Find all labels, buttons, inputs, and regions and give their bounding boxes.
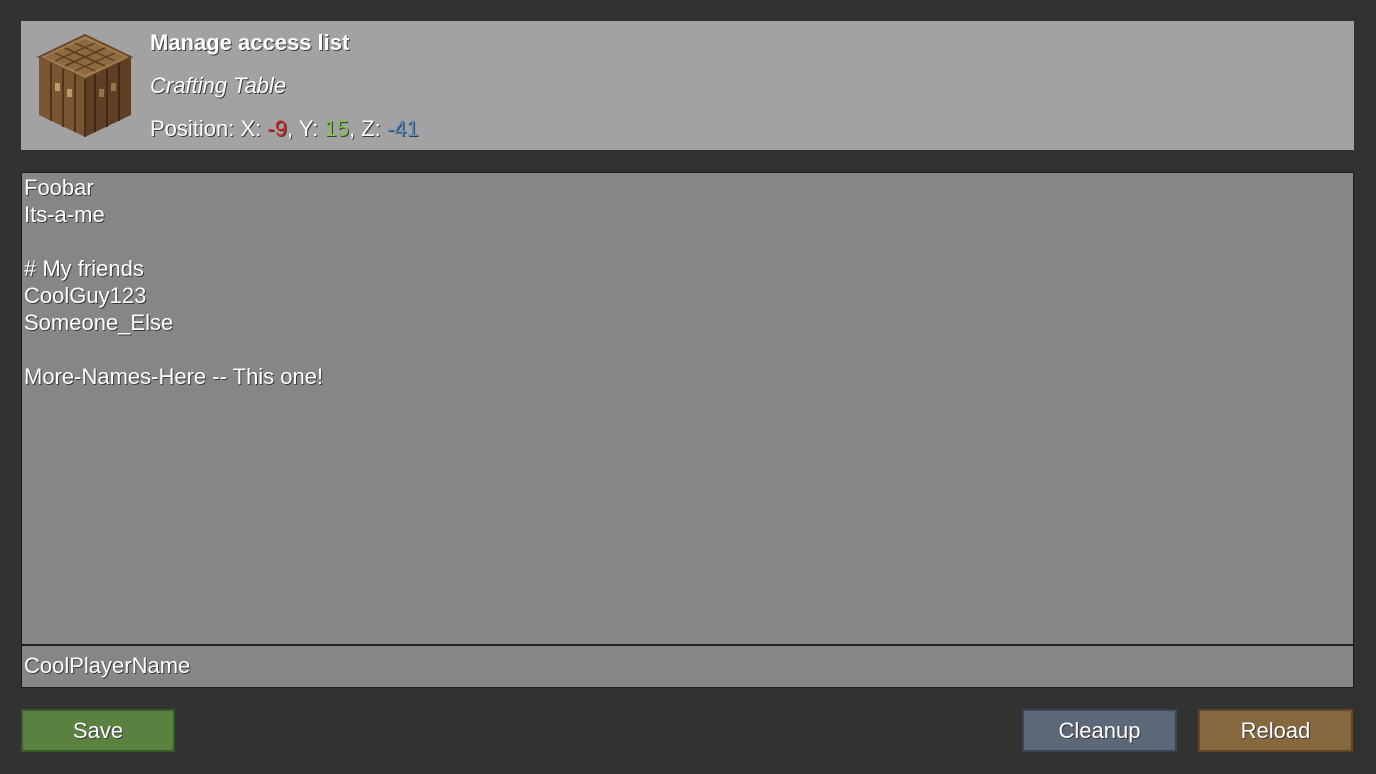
position-y-value: 15 bbox=[324, 116, 349, 141]
position-label: Position: X: bbox=[150, 116, 268, 141]
block-position: Position: X: -9, Y: 15, Z: -41 bbox=[150, 116, 419, 142]
position-y-label: , Y: bbox=[286, 116, 325, 141]
dialog-title: Manage access list bbox=[150, 30, 350, 55]
crafting-table-icon bbox=[36, 33, 134, 139]
access-list-textarea[interactable]: Foobar Its-a-me # My friends CoolGuy123 … bbox=[21, 172, 1354, 645]
save-button[interactable]: Save bbox=[21, 709, 175, 752]
position-z-value: -41 bbox=[386, 116, 419, 141]
cleanup-button[interactable]: Cleanup bbox=[1022, 709, 1177, 752]
list-line: More-Names-Here -- This one! bbox=[24, 364, 324, 389]
position-z-label: , Z: bbox=[348, 116, 387, 141]
header-panel: Manage access list Crafting Table Positi… bbox=[21, 21, 1354, 150]
list-line: Someone_Else bbox=[24, 310, 174, 335]
list-line: Its-a-me bbox=[24, 202, 105, 227]
list-line bbox=[24, 228, 1351, 255]
block-name: Crafting Table bbox=[150, 73, 287, 98]
position-x-value: -9 bbox=[267, 116, 287, 141]
list-line: CoolGuy123 bbox=[24, 283, 147, 308]
list-line: Foobar bbox=[24, 175, 94, 200]
list-line bbox=[24, 336, 1351, 363]
player-name-input[interactable]: CoolPlayerName bbox=[21, 645, 1354, 688]
reload-button[interactable]: Reload bbox=[1198, 709, 1353, 752]
access-list-dialog: Manage access list Crafting Table Positi… bbox=[0, 0, 1376, 774]
list-line: # My friends bbox=[24, 256, 144, 281]
